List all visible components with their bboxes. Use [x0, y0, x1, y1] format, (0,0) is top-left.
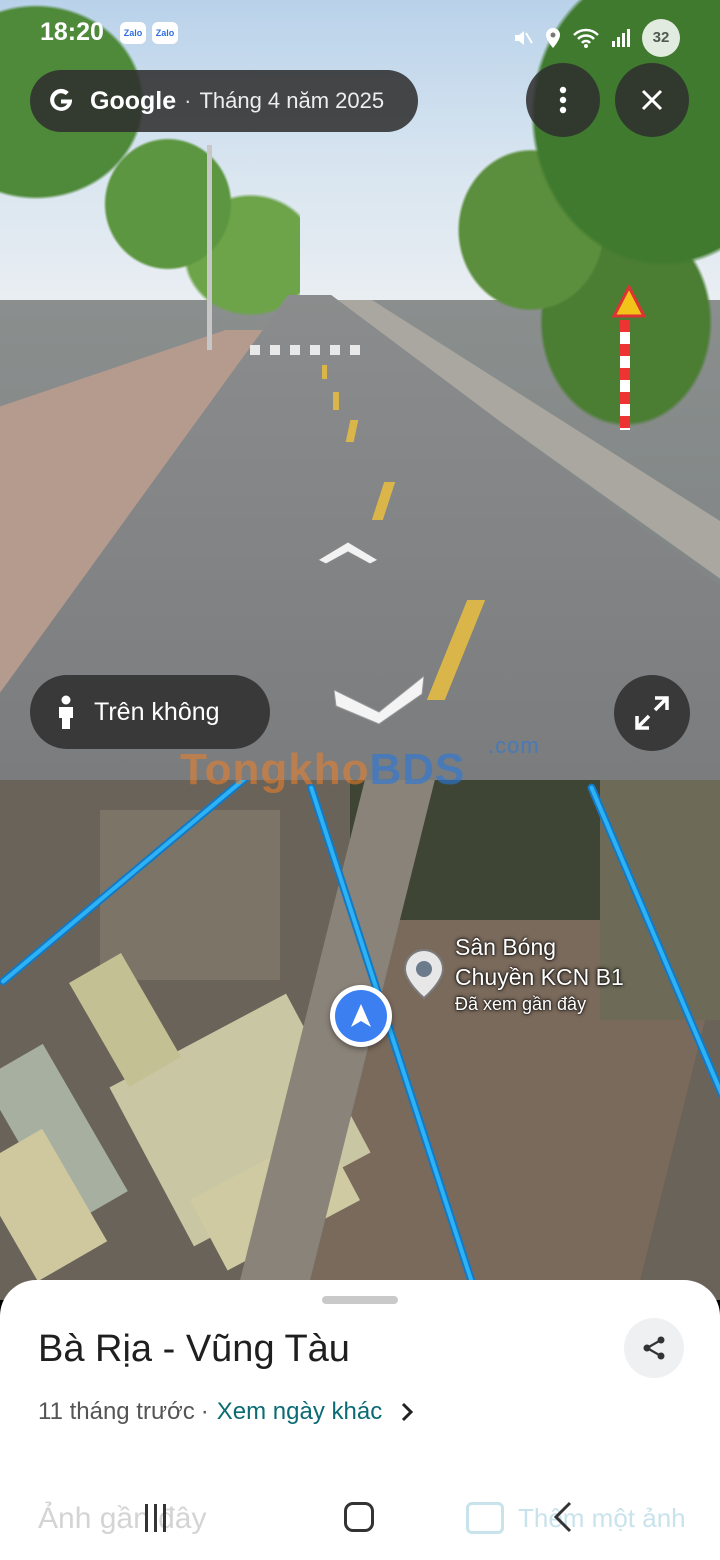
more-options-button[interactable]: [526, 63, 600, 137]
drag-handle[interactable]: [322, 1296, 398, 1304]
lane-marking: [333, 392, 339, 410]
street-view-panorama[interactable]: 18:20 Zalo Zalo 32 Google · Tháng 4 năm …: [0, 0, 720, 780]
chevron-right-icon[interactable]: [400, 1401, 414, 1423]
home-button[interactable]: [344, 1502, 374, 1532]
status-icons: 32: [512, 19, 680, 57]
navigation-arrow-icon: [351, 1004, 371, 1027]
place-pin-icon[interactable]: [402, 948, 446, 1000]
close-icon: [641, 89, 663, 111]
watermark: TongkhoBDS .com: [180, 733, 539, 795]
place-name-line2: Chuyền KCN B1: [455, 964, 624, 990]
crosswalk: [250, 345, 370, 355]
battery-indicator: 32: [642, 19, 680, 57]
person-icon: [59, 695, 73, 729]
sign-post: [620, 320, 630, 430]
arrow-up-icon[interactable]: [318, 540, 378, 566]
place-label[interactable]: Sân Bóng Chuyền KCN B1 Đã xem gần đây: [455, 932, 624, 1015]
meta-separator: ·: [200, 1398, 209, 1425]
dirt-lot: [100, 810, 280, 980]
share-icon: [643, 1336, 665, 1360]
mute-icon: [515, 31, 533, 45]
other-dates-link[interactable]: Xem ngày khác: [217, 1398, 382, 1426]
warning-sign-icon: [612, 285, 646, 318]
fullscreen-button[interactable]: [614, 675, 690, 751]
imagery-info-pill[interactable]: Google · Tháng 4 năm 2025: [30, 70, 418, 132]
watermark-part2: BDS: [369, 745, 466, 794]
zalo-notification-icon: Zalo: [152, 22, 178, 44]
back-button[interactable]: [548, 1500, 578, 1534]
separator: ·: [184, 88, 192, 113]
watermark-suffix: .com: [488, 733, 540, 758]
system-nav-bar: [0, 1490, 720, 1560]
place-name-line1: Sân Bóng: [455, 934, 557, 960]
google-g-icon: [50, 88, 72, 111]
expand-icon: [635, 696, 669, 730]
watermark-part1: Tongkho: [180, 745, 370, 794]
lane-marking: [322, 365, 327, 379]
aerial-toggle-label: Trên không: [94, 697, 220, 726]
brand-label: Google: [90, 86, 177, 115]
share-button[interactable]: [624, 1318, 684, 1378]
signal-icon: [612, 29, 630, 47]
location-icon: [546, 28, 560, 48]
status-time: 18:20: [40, 18, 104, 46]
location-title: Bà Rịa - Vũng Tàu: [38, 1328, 350, 1370]
imagery-meta: 11 tháng trước · Xem ngày khác: [38, 1398, 414, 1426]
status-bar: 18:20 Zalo Zalo 32: [0, 14, 720, 57]
close-button[interactable]: [615, 63, 689, 137]
recents-button[interactable]: [145, 1504, 175, 1532]
place-subtitle: Đã xem gần đây: [455, 994, 587, 1014]
current-position-marker[interactable]: [330, 985, 392, 1047]
zalo-notification-icon: Zalo: [120, 22, 146, 44]
more-vert-icon: [559, 86, 567, 114]
arrow-down-icon[interactable]: [334, 672, 424, 727]
wifi-icon: [573, 28, 599, 48]
capture-date: Tháng 4 năm 2025: [199, 88, 385, 113]
imagery-age: 11 tháng trước: [38, 1398, 195, 1425]
aerial-view-toggle[interactable]: Trên không: [30, 675, 270, 749]
street-lamp-pole: [207, 145, 212, 350]
